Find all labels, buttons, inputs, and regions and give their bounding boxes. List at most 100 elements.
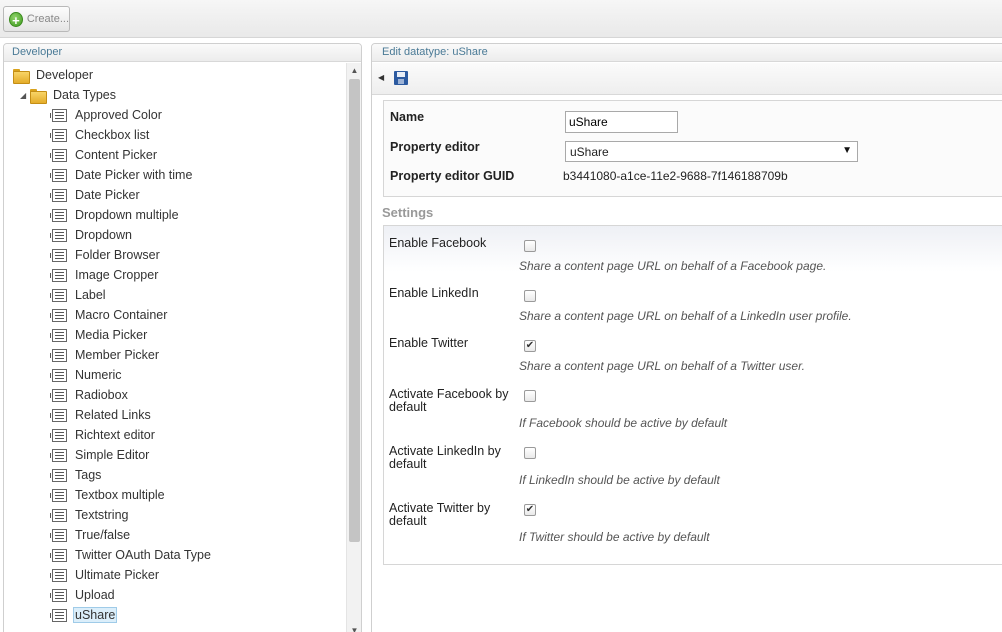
save-icon[interactable] xyxy=(394,71,408,85)
tree-item[interactable]: Approved Color xyxy=(50,105,164,125)
datatype-icon xyxy=(50,508,67,522)
setting-description: Share a content page URL on behalf of a … xyxy=(519,309,852,323)
datatype-properties: Name Property editor uShare ▼ Property e… xyxy=(383,100,1002,197)
tree-item-label: Member Picker xyxy=(75,348,160,362)
scroll-thumb[interactable] xyxy=(349,79,360,542)
datatype-icon xyxy=(50,308,67,322)
tree-item[interactable]: Media Picker xyxy=(50,325,149,345)
create-button-label: Create... xyxy=(26,13,69,25)
tree-item-label: Ultimate Picker xyxy=(75,568,160,582)
plus-circle-icon: + xyxy=(9,11,23,28)
datatype-icon xyxy=(50,248,67,262)
datatype-icon xyxy=(50,288,67,302)
tree-item[interactable]: Label xyxy=(50,285,108,305)
tree-item-label: Dropdown multiple xyxy=(75,208,179,222)
datatype-icon xyxy=(50,188,67,202)
setting-checkbox[interactable]: ✔ xyxy=(524,340,536,352)
editor-toolbar: ◀ xyxy=(372,63,1002,95)
arrow-left-icon[interactable]: ◀ xyxy=(378,73,384,82)
datatype-icon xyxy=(50,348,67,362)
tree-item[interactable]: Tags xyxy=(50,465,103,485)
top-toolbar: + Create... xyxy=(0,0,1002,38)
tree-item-label: Checkbox list xyxy=(75,128,150,142)
setting-description: If Twitter should be active by default xyxy=(519,530,710,544)
tree-item[interactable]: Checkbox list xyxy=(50,125,151,145)
setting-checkbox[interactable] xyxy=(524,390,536,402)
tree-item[interactable]: Ultimate Picker xyxy=(50,565,161,585)
tree-item[interactable]: Member Picker xyxy=(50,345,161,365)
folder-icon xyxy=(13,68,30,84)
tree-item[interactable]: Folder Browser xyxy=(50,245,162,265)
tree-item[interactable]: Dropdown xyxy=(50,225,134,245)
editor-panel: Edit datatype: uShare ◀ Name Property ed… xyxy=(371,43,1002,632)
tree-item[interactable]: Dropdown multiple xyxy=(50,205,181,225)
tree-item-label: Tags xyxy=(75,468,102,482)
tree-item-label: Date Picker xyxy=(75,188,140,202)
chevron-down-icon: ▼ xyxy=(842,145,852,156)
tree-item-label: Textbox multiple xyxy=(75,488,165,502)
tree-item[interactable]: Content Picker xyxy=(50,145,159,165)
setting-label: Activate Facebook by default xyxy=(389,387,509,414)
tree-item[interactable]: Image Cropper xyxy=(50,265,160,285)
datatype-icon xyxy=(50,368,67,382)
datatype-icon xyxy=(50,428,67,442)
tree-item[interactable]: Date Picker with time xyxy=(50,165,194,185)
create-button[interactable]: + Create... xyxy=(3,6,70,32)
guid-value: b3441080-a1ce-11e2-9688-7f146188709b xyxy=(563,169,788,183)
tree-item[interactable]: Richtext editor xyxy=(50,425,157,445)
setting-checkbox[interactable] xyxy=(524,447,536,459)
tree-item-label: Media Picker xyxy=(75,328,148,342)
datatype-icon xyxy=(50,168,67,182)
tree-item-label: Related Links xyxy=(75,408,151,422)
datatype-icon xyxy=(50,528,67,542)
tree-item[interactable]: Textbox multiple xyxy=(50,485,167,505)
datatype-icon xyxy=(50,328,67,342)
datatype-icon xyxy=(50,568,67,582)
name-input[interactable] xyxy=(565,111,678,133)
datatype-icon xyxy=(50,388,67,402)
tree-item[interactable]: Upload xyxy=(50,585,117,605)
tree-item[interactable]: Numeric xyxy=(50,365,124,385)
tree-item-label: Simple Editor xyxy=(75,448,150,462)
setting-description: Share a content page URL on behalf of a … xyxy=(519,359,805,373)
setting-label: Enable LinkedIn xyxy=(389,286,479,300)
setting-label: Activate Twitter by default xyxy=(389,501,491,528)
datatype-icon xyxy=(50,608,67,622)
scroll-up-icon[interactable]: ▲ xyxy=(347,63,361,78)
tree-item-label: Upload xyxy=(75,588,115,602)
collapse-toggle-icon[interactable]: ◢ xyxy=(20,91,30,100)
tree-item[interactable]: Textstring xyxy=(50,505,131,525)
tree-node-developer[interactable]: Developer xyxy=(13,65,95,85)
tree-item[interactable]: True/false xyxy=(50,525,132,545)
scroll-down-icon[interactable]: ▼ xyxy=(347,623,361,632)
setting-label: Enable Facebook xyxy=(389,236,487,250)
editor-panel-header: Edit datatype: uShare xyxy=(372,44,1002,62)
settings-title: Settings xyxy=(382,205,434,220)
setting-checkbox[interactable] xyxy=(524,290,536,302)
tree-item[interactable]: uShare xyxy=(50,605,118,625)
setting-description: If Facebook should be active by default xyxy=(519,416,728,430)
tree-scrollbar[interactable]: ▲ ▼ xyxy=(346,63,361,632)
tree-item[interactable]: Simple Editor xyxy=(50,445,151,465)
datatype-icon xyxy=(50,128,67,142)
datatype-icon xyxy=(50,208,67,222)
tree-item[interactable]: Date Picker xyxy=(50,185,142,205)
tree-item[interactable]: Twitter OAuth Data Type xyxy=(50,545,213,565)
tree-item[interactable]: Macro Container xyxy=(50,305,169,325)
tree-panel-header: Developer xyxy=(4,44,361,62)
tree-item-label: Label xyxy=(75,288,106,302)
datatype-icon xyxy=(50,108,67,122)
tree-item[interactable]: Radiobox xyxy=(50,385,130,405)
datatype-icon xyxy=(50,148,67,162)
setting-checkbox[interactable]: ✔ xyxy=(524,504,536,516)
datatype-icon xyxy=(50,588,67,602)
setting-checkbox[interactable] xyxy=(524,240,536,252)
tree-node-label: Data Types xyxy=(53,88,117,102)
name-label: Name xyxy=(390,110,425,124)
property-editor-select[interactable]: uShare ▼ xyxy=(565,141,858,162)
tree-item-label: Textstring xyxy=(75,508,129,522)
property-editor-label: Property editor xyxy=(390,140,480,154)
tree-panel: Developer Developer ◢ Data Types Approve… xyxy=(3,43,362,632)
tree-node-data-types[interactable]: ◢ Data Types xyxy=(20,85,118,105)
tree-item[interactable]: Related Links xyxy=(50,405,153,425)
